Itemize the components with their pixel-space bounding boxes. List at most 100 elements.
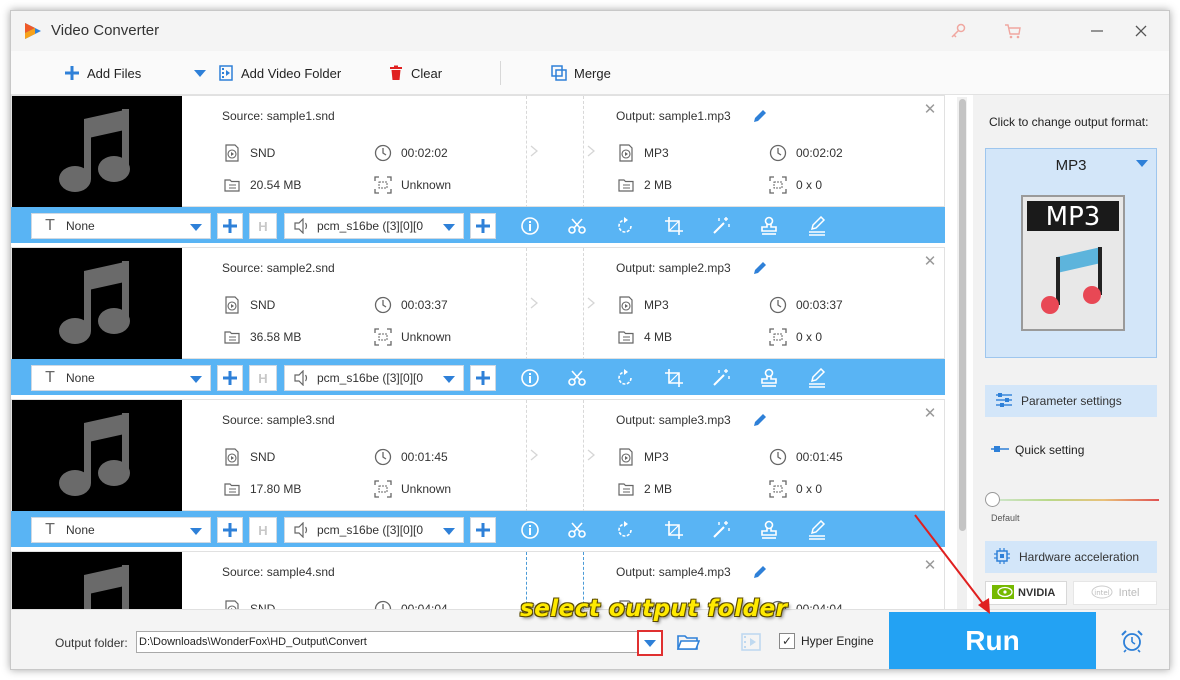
remove-item-button[interactable]: ✕ [922, 102, 938, 118]
subtitle-edit-icon[interactable] [806, 215, 828, 237]
list-scroll-thumb[interactable] [959, 99, 966, 531]
scissors-icon[interactable] [566, 519, 588, 541]
output-folder-input[interactable] [136, 631, 662, 653]
magic-wand-icon[interactable] [710, 519, 732, 541]
subtitle-edit-icon[interactable] [806, 367, 828, 389]
quality-slider-track[interactable] [993, 499, 1159, 501]
scissors-icon[interactable] [566, 367, 588, 389]
file-thumbnail[interactable] [12, 248, 182, 360]
subtitle-select[interactable]: T None [31, 365, 211, 391]
add-subtitle-button[interactable] [217, 213, 243, 239]
audio-track-select[interactable]: pcm_s16be ([3][0][0 [284, 365, 464, 391]
add-video-folder-button[interactable]: Add Video Folder [217, 63, 341, 83]
quality-slider-knob[interactable] [985, 492, 1000, 507]
rotate-icon[interactable] [614, 367, 636, 389]
crop-icon[interactable] [663, 367, 685, 389]
output-size-value: 4 MB [644, 330, 673, 344]
clock-icon [768, 447, 788, 467]
magic-wand-icon[interactable] [710, 367, 732, 389]
chevron-down-icon [190, 376, 202, 383]
slider-default-label: Default [991, 513, 1020, 523]
resolution-icon [768, 479, 788, 499]
hardware-acceleration-button[interactable]: Hardware acceleration [985, 541, 1157, 573]
nvidia-button[interactable]: NVIDIA [985, 581, 1067, 605]
item-toolbar: T None H pcm_s16be ([3][0][0 [11, 511, 945, 547]
plus-icon [223, 219, 237, 233]
music-note-icon [84, 565, 129, 609]
toolbar: Add Files Add Video Folder Clear Merge [11, 51, 1169, 95]
plus-icon [476, 219, 490, 233]
hd-settings-button[interactable]: H [249, 213, 277, 239]
file-thumbnail[interactable] [12, 400, 182, 512]
stamp-icon[interactable] [758, 215, 780, 237]
remove-item-button[interactable]: ✕ [922, 254, 938, 270]
remove-item-button[interactable]: ✕ [922, 558, 938, 574]
audio-track-select[interactable]: pcm_s16be ([3][0][0 [284, 517, 464, 543]
subtitle-edit-icon[interactable] [806, 519, 828, 541]
minimize-icon[interactable] [1085, 19, 1109, 43]
add-audio-button[interactable] [470, 517, 496, 543]
stamp-icon[interactable] [758, 367, 780, 389]
merge-label: Merge [574, 65, 611, 81]
file-thumbnail[interactable] [12, 96, 182, 208]
magic-wand-icon[interactable] [710, 215, 732, 237]
info-icon[interactable] [519, 519, 541, 541]
add-subtitle-button[interactable] [217, 517, 243, 543]
add-audio-button[interactable] [470, 213, 496, 239]
add-files-button[interactable]: Add Files [63, 63, 141, 83]
annotation-text: select output folder [520, 596, 788, 622]
rotate-icon[interactable] [614, 215, 636, 237]
rotate-icon[interactable] [614, 519, 636, 541]
chevron-right-icon [530, 449, 539, 461]
subtitle-select[interactable]: T None [31, 213, 211, 239]
output-size: 4 MB [616, 327, 672, 347]
edit-icon[interactable] [752, 260, 768, 276]
folder-icon[interactable] [676, 630, 700, 654]
file-size-icon [222, 479, 242, 499]
cart-icon[interactable] [1001, 19, 1025, 43]
edit-icon[interactable] [752, 108, 768, 124]
subtitle-select-value: None [66, 523, 95, 537]
hardware-acceleration-label: Hardware acceleration [1019, 550, 1140, 564]
parameter-settings-button[interactable]: Parameter settings [985, 385, 1157, 417]
source-size-value: 20.54 MB [250, 178, 302, 192]
add-files-dropdown[interactable] [191, 63, 209, 83]
film-icon[interactable] [739, 630, 763, 654]
crop-icon[interactable] [663, 519, 685, 541]
edit-icon[interactable] [752, 564, 768, 580]
title-bar: Video Converter [11, 11, 1169, 51]
stamp-icon[interactable] [758, 519, 780, 541]
output-duration-value: 00:01:45 [796, 450, 843, 464]
subtitle-select[interactable]: T None [31, 517, 211, 543]
subtitle-t-icon: T [45, 369, 55, 386]
info-icon[interactable] [519, 367, 541, 389]
clear-button[interactable]: Clear [387, 63, 452, 83]
svg-text:intel: intel [1094, 589, 1109, 597]
audio-track-value: pcm_s16be ([3][0][0 [317, 219, 424, 233]
scissors-icon[interactable] [566, 215, 588, 237]
output-format-selector[interactable]: MP3 MP3 [985, 148, 1157, 358]
crop-icon[interactable] [663, 215, 685, 237]
add-audio-button[interactable] [470, 365, 496, 391]
trash-icon [387, 64, 405, 82]
info-icon[interactable] [519, 215, 541, 237]
edit-icon[interactable] [752, 412, 768, 428]
hyper-engine-checkbox[interactable]: ✓ [779, 633, 795, 649]
run-button[interactable]: Run [889, 612, 1096, 669]
hyper-engine-toggle[interactable]: ✓ Hyper Engine [779, 633, 874, 649]
merge-button[interactable]: Merge [550, 63, 611, 83]
file-thumbnail[interactable] [12, 552, 182, 609]
output-folder-dropdown-button[interactable] [637, 630, 663, 656]
alarm-clock-icon[interactable] [1119, 628, 1145, 654]
chevron-down-icon [644, 639, 656, 647]
hd-settings-button[interactable]: H [249, 365, 277, 391]
key-icon[interactable] [946, 19, 970, 43]
intel-button[interactable]: intel Intel [1073, 581, 1157, 605]
hd-settings-button[interactable]: H [249, 517, 277, 543]
remove-item-button[interactable]: ✕ [922, 406, 938, 422]
add-subtitle-button[interactable] [217, 365, 243, 391]
video-folder-icon [217, 64, 235, 82]
subtitle-select-value: None [66, 219, 95, 233]
audio-track-select[interactable]: pcm_s16be ([3][0][0 [284, 213, 464, 239]
close-icon[interactable] [1129, 19, 1153, 43]
